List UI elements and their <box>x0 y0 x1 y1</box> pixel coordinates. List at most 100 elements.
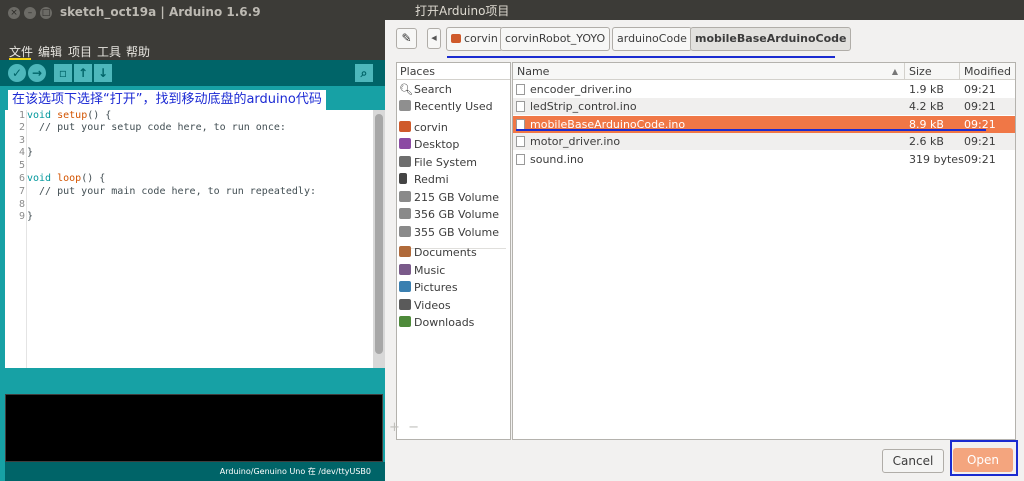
column-size[interactable]: Size <box>905 63 960 80</box>
place-volume-215[interactable]: 215 GB Volume <box>399 189 499 206</box>
close-icon[interactable]: × <box>8 7 20 19</box>
open-file-dialog: 打开Arduino项目 ✎ ◀ corvin corvinRobot_YOYO … <box>385 0 1024 481</box>
file-icon <box>516 84 525 95</box>
file-list: Name ▲ Size Modified encoder_driver.ino 1… <box>512 62 1016 440</box>
verify-icon[interactable]: ✓ <box>8 64 26 82</box>
menu-sketch[interactable]: 项目 <box>68 43 92 60</box>
place-label: Videos <box>414 299 451 312</box>
file-row[interactable]: encoder_driver.ino 1.9 kB 09:21 <box>513 81 1015 98</box>
file-size: 319 bytes <box>909 153 964 166</box>
place-volume-355[interactable]: 355 GB Volume <box>399 224 499 241</box>
place-label: Redmi <box>414 173 449 186</box>
code-line: } <box>27 211 34 222</box>
breadcrumb-mobilebase[interactable]: mobileBaseArduinoCode <box>690 27 852 51</box>
new-sketch-icon[interactable]: ▫ <box>54 64 72 82</box>
file-modified: 09:21 <box>964 100 996 113</box>
place-recently-used[interactable]: Recently Used <box>399 98 493 115</box>
arduino-ide-window: × – □ sketch_oct19a | Arduino 1.6.9 文件 编… <box>0 0 385 481</box>
menu-edit[interactable]: 编辑 <box>38 43 62 60</box>
place-videos[interactable]: Videos <box>399 297 451 314</box>
place-documents[interactable]: Documents <box>399 244 477 261</box>
file-row[interactable]: sound.ino 319 bytes 09:21 <box>513 151 1015 168</box>
place-label: 356 GB Volume <box>414 208 499 221</box>
desktop-icon <box>399 138 411 149</box>
ide-menubar: 文件 编辑 项目 工具 帮助 <box>0 42 385 60</box>
file-icon <box>516 101 525 112</box>
line-number: 6 <box>18 173 25 184</box>
file-list-header: Name ▲ Size Modified <box>513 63 1015 80</box>
place-file-system[interactable]: File System <box>399 154 477 171</box>
file-row[interactable]: motor_driver.ino 2.6 kB 09:21 <box>513 133 1015 150</box>
music-folder-icon <box>399 264 411 275</box>
file-name: ledStrip_control.ino <box>530 100 637 113</box>
open-button[interactable]: Open <box>953 448 1013 472</box>
documents-folder-icon <box>399 246 411 257</box>
file-icon <box>516 154 525 165</box>
place-music[interactable]: Music <box>399 262 445 279</box>
file-modified: 09:21 <box>964 83 996 96</box>
file-size: 1.9 kB <box>909 83 944 96</box>
breadcrumb-corvinrobot[interactable]: corvinRobot_YOYO <box>500 27 611 51</box>
breadcrumb-label: corvin <box>464 32 498 45</box>
drive-icon <box>399 191 411 202</box>
upload-icon[interactable]: → <box>28 64 46 82</box>
file-row[interactable]: ledStrip_control.ino 4.2 kB 09:21 <box>513 98 1015 115</box>
add-remove-place-icons[interactable]: + − <box>389 420 419 435</box>
titlebar-gap <box>0 26 385 42</box>
menu-tools[interactable]: 工具 <box>97 43 121 60</box>
line-number: 5 <box>18 160 25 171</box>
code-line: // put your setup code here, to run once… <box>27 122 286 133</box>
line-number: 4 <box>18 147 25 158</box>
serial-monitor-icon[interactable]: ⌕ <box>355 64 373 82</box>
code-function: loop <box>57 173 82 184</box>
phone-icon <box>399 173 407 184</box>
place-label: 355 GB Volume <box>414 226 499 239</box>
pictures-folder-icon <box>399 281 411 292</box>
downloads-folder-icon <box>399 316 411 327</box>
code-keyword: void <box>27 173 52 184</box>
filesystem-icon <box>399 156 411 167</box>
place-desktop[interactable]: Desktop <box>399 136 459 153</box>
maximize-icon[interactable]: □ <box>40 7 52 19</box>
minimize-icon[interactable]: – <box>24 7 36 19</box>
cancel-button[interactable]: Cancel <box>882 449 944 473</box>
dialog-title: 打开Arduino项目 <box>415 4 510 18</box>
chevron-left-icon[interactable]: ◀ <box>427 28 441 49</box>
code-line: // put your main code here, to run repea… <box>27 186 316 197</box>
save-sketch-icon[interactable]: ↓ <box>94 64 112 82</box>
home-folder-icon <box>399 121 411 132</box>
place-downloads[interactable]: Downloads <box>399 314 474 331</box>
breadcrumb-arduinocode[interactable]: arduinoCode <box>612 27 692 51</box>
selection-annotation-underline <box>516 129 986 131</box>
pencil-icon[interactable]: ✎ <box>396 28 417 49</box>
code-keyword: void <box>27 110 52 121</box>
sort-ascending-icon: ▲ <box>891 67 898 76</box>
places-sidebar: Places 🔍︎Search Recently Used corvin Des… <box>396 62 511 440</box>
column-modified[interactable]: Modified <box>960 63 1015 80</box>
place-volume-356[interactable]: 356 GB Volume <box>399 206 499 223</box>
line-number: 8 <box>18 199 25 210</box>
file-icon <box>516 136 525 147</box>
code-editor[interactable]: 1 2 3 4 5 6 7 8 9 void setup() { // put … <box>5 110 385 368</box>
place-pictures[interactable]: Pictures <box>399 279 458 296</box>
menu-help[interactable]: 帮助 <box>126 43 150 60</box>
scrollbar-thumb[interactable] <box>375 114 383 354</box>
dialog-titlebar: 打开Arduino项目 <box>385 0 1024 20</box>
place-label: Search <box>414 83 452 96</box>
file-name: motor_driver.ino <box>530 135 621 148</box>
message-bar <box>5 368 385 394</box>
line-number: 1 <box>18 110 25 121</box>
column-name[interactable]: Name ▲ <box>513 63 905 80</box>
open-sketch-icon[interactable]: ↑ <box>74 64 92 82</box>
place-redmi[interactable]: Redmi <box>399 171 449 188</box>
column-label: Name <box>517 65 550 78</box>
breadcrumb-corvin[interactable]: corvin <box>446 27 503 51</box>
place-corvin[interactable]: corvin <box>399 119 448 136</box>
place-label: Music <box>414 264 446 277</box>
file-name: sound.ino <box>530 153 584 166</box>
home-folder-icon <box>451 34 461 43</box>
editor-scrollbar[interactable] <box>373 110 385 368</box>
place-search[interactable]: 🔍︎Search <box>399 81 452 98</box>
code-line: void setup() { <box>27 110 111 121</box>
file-size: 4.2 kB <box>909 100 944 113</box>
